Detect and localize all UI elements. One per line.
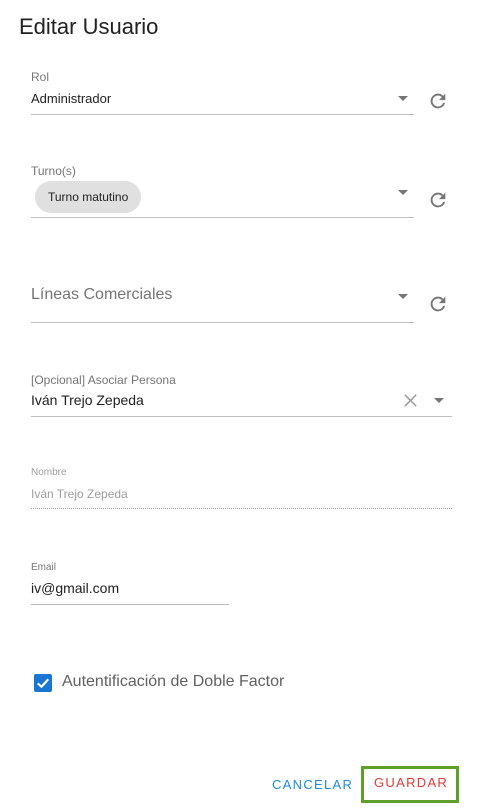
nombre-underline <box>31 508 452 509</box>
lineas-underline <box>31 322 414 323</box>
nombre-field: Iván Trejo Zepeda <box>31 487 128 501</box>
turno-chip[interactable]: Turno matutino <box>35 181 142 213</box>
rol-select[interactable]: Administrador <box>31 91 111 106</box>
check-icon <box>37 678 50 689</box>
persona-label: [Opcional] Asociar Persona <box>31 373 176 387</box>
persona-underline <box>31 416 452 417</box>
email-field[interactable]: iv@gmail.com <box>31 580 119 596</box>
caret-down-icon[interactable] <box>398 294 408 299</box>
lineas-select[interactable]: Líneas Comerciales <box>31 286 172 304</box>
refresh-icon[interactable] <box>427 293 449 315</box>
nombre-label: Nombre <box>31 467 67 478</box>
refresh-icon[interactable] <box>427 90 449 112</box>
close-icon[interactable] <box>402 392 419 409</box>
rol-label: Rol <box>31 70 50 84</box>
save-button-highlight: GUARDAR <box>361 766 459 803</box>
caret-down-icon[interactable] <box>434 398 444 403</box>
email-underline <box>31 604 229 605</box>
email-label: Email <box>31 562 57 573</box>
turnos-label: Turno(s) <box>31 164 76 178</box>
persona-select[interactable]: Iván Trejo Zepeda <box>31 392 144 408</box>
caret-down-icon[interactable] <box>398 190 408 195</box>
caret-down-icon[interactable] <box>398 96 408 101</box>
turnos-underline <box>31 217 414 218</box>
save-button[interactable]: GUARDAR <box>364 769 456 796</box>
cancel-button[interactable]: CANCELAR <box>272 777 353 792</box>
doble-factor-checkbox[interactable] <box>34 674 52 692</box>
doble-factor-label: Autentificación de Doble Factor <box>62 673 285 690</box>
refresh-icon[interactable] <box>427 189 449 211</box>
dialog-title: Editar Usuario <box>19 14 159 39</box>
rol-underline <box>31 114 414 115</box>
